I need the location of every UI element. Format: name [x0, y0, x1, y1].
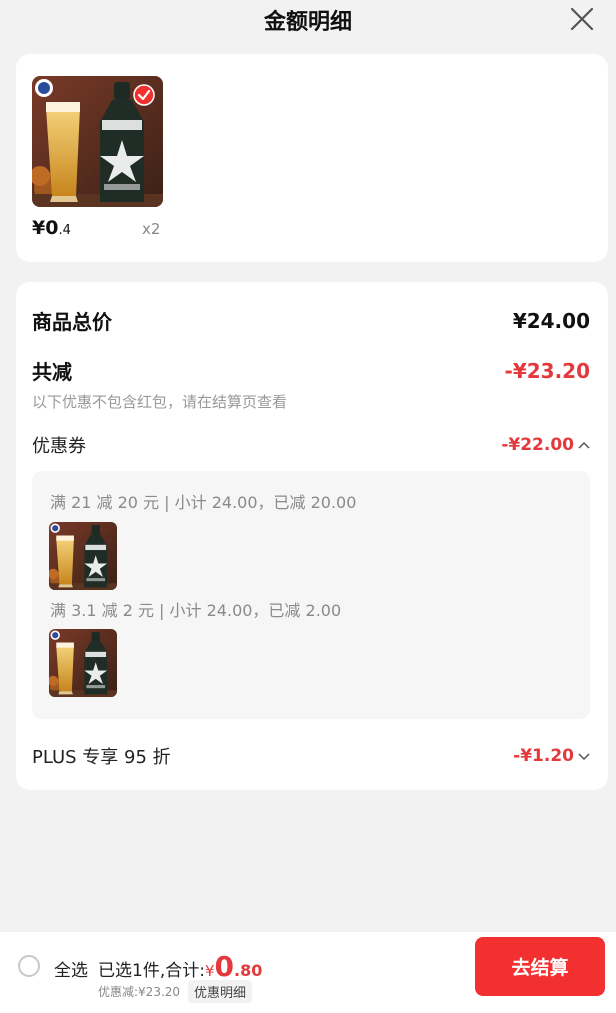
plus-value-wrap: -¥1.20 — [513, 746, 590, 766]
coupon-detail-box: 满 21 减 20 元 | 小计 24.00，已减 20.00 满 3.1 减 … — [32, 471, 590, 719]
total-price-label: 商品总价 — [32, 310, 112, 334]
plus-discount-label: PLUS 专享 95 折 — [32, 747, 171, 768]
coupon-item-image — [49, 522, 117, 590]
coupon-item-text: 满 3.1 减 2 元 | 小计 24.00，已减 2.00 — [50, 601, 342, 620]
total-price-row: 商品总价 ¥24.00 — [32, 306, 590, 335]
select-all-radio[interactable] — [18, 955, 40, 977]
chevron-down-icon[interactable] — [578, 752, 590, 760]
page-title: 金额明细 — [263, 10, 352, 35]
coupon-row[interactable]: 优惠券 -¥22.00 — [32, 432, 590, 458]
price-detail-card: 商品总价 ¥24.00 共减 -¥23.20 以下优惠不包含红包，请在结算页查看… — [16, 282, 608, 790]
coupon-item-image — [49, 629, 117, 697]
coupon-item-text: 满 21 减 20 元 | 小计 24.00，已减 20.00 — [50, 493, 357, 512]
price-decimal: .4 — [58, 223, 71, 238]
bottom-bar: 全选 已选1件,合计: ¥0.80 优惠减:¥23.20 优惠明细 去结算 — [0, 932, 616, 1013]
discount-text: 优惠减:¥23.20 — [98, 985, 181, 999]
beer-thumb-image — [49, 522, 117, 590]
total-reduce-label: 共减 — [32, 360, 72, 384]
plus-discount-value: -¥1.20 — [513, 746, 574, 766]
select-all-label[interactable]: 全选 — [54, 956, 88, 981]
total-currency: ¥ — [204, 962, 215, 980]
product-quantity: x2 — [142, 220, 161, 238]
product-card: ¥0.4 x2 — [16, 54, 608, 262]
coupon-value: -¥22.00 — [501, 435, 574, 455]
red-packet-note: 以下优惠不包含红包，请在结算页查看 — [32, 393, 288, 411]
selected-summary: 已选1件,合计: ¥0.80 — [98, 950, 262, 983]
header: 金额明细 — [0, 0, 616, 40]
plus-discount-row[interactable]: PLUS 专享 95 折 -¥1.20 — [32, 743, 590, 769]
total-reduce-value: -¥23.20 — [504, 358, 590, 383]
total-price-value: ¥24.00 — [512, 308, 590, 333]
discount-detail-button[interactable]: 优惠明细 — [188, 980, 253, 1003]
total-decimal: .80 — [233, 961, 263, 980]
product-image[interactable] — [32, 76, 163, 207]
coupon-label: 优惠券 — [32, 436, 86, 457]
price-int: ¥0 — [32, 217, 59, 239]
selected-text: 已选1件,合计: — [98, 961, 205, 981]
close-icon[interactable] — [568, 5, 596, 33]
total-reduce-row: 共减 -¥23.20 — [32, 356, 590, 385]
discount-line: 优惠减:¥23.20 优惠明细 — [98, 980, 253, 1003]
total-int: 0 — [214, 950, 234, 983]
product-price: ¥0.4 — [32, 217, 71, 239]
coupon-value-wrap: -¥22.00 — [501, 435, 590, 455]
beer-thumb-image — [49, 629, 117, 697]
chevron-up-icon[interactable] — [578, 441, 590, 449]
checkout-button[interactable]: 去结算 — [475, 937, 605, 996]
check-icon[interactable] — [133, 84, 155, 106]
total-amount: ¥0.80 — [205, 950, 262, 983]
